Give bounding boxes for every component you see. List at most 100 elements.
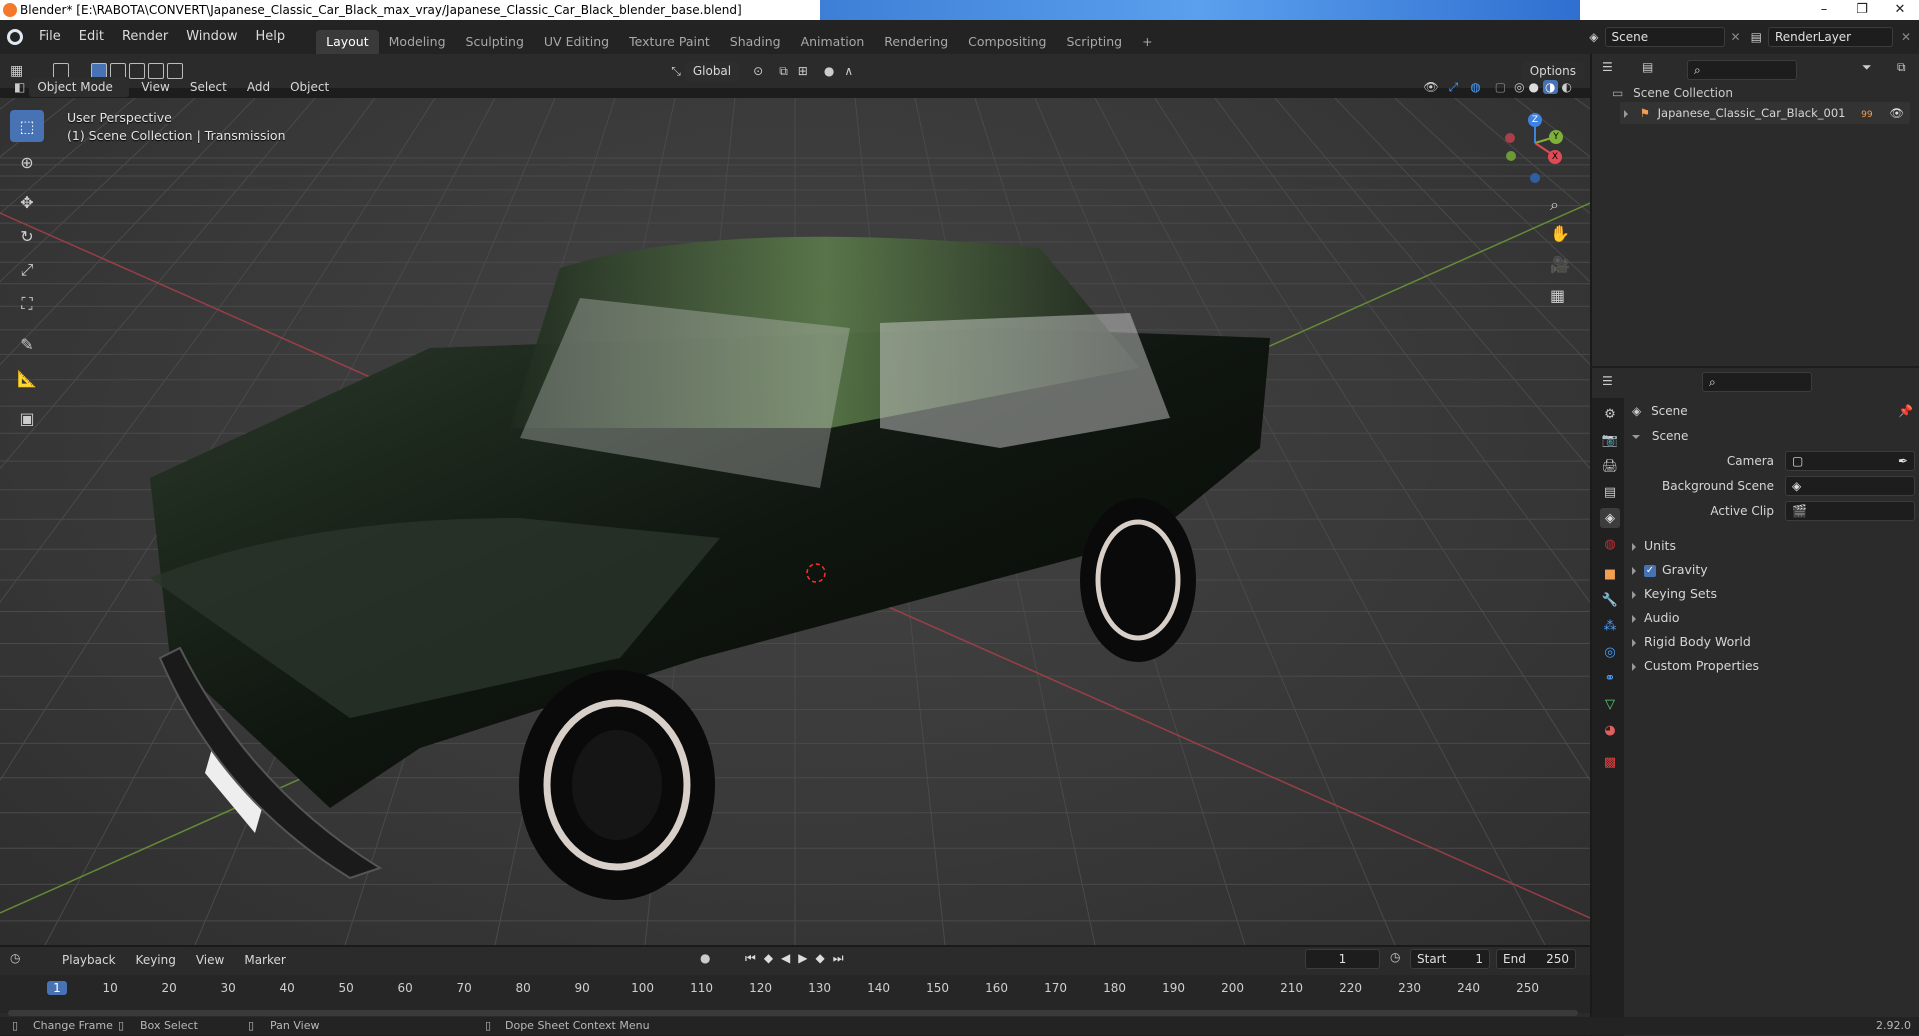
scene-selector[interactable]: Scene: [1604, 27, 1725, 47]
keying-sets-subpanel[interactable]: Keying Sets: [1632, 586, 1717, 601]
preview-range-icon[interactable]: ◷: [1390, 950, 1400, 964]
prev-keyframe-icon[interactable]: ◆: [764, 951, 773, 966]
properties-editor-icon[interactable]: ☰: [1602, 374, 1613, 388]
3d-viewport[interactable]: User Perspective (1) Scene Collection | …: [0, 98, 1590, 945]
outliner-editor-icon[interactable]: ☰: [1602, 60, 1613, 74]
rendered-shading-icon[interactable]: ◐: [1562, 80, 1572, 94]
menu-keying[interactable]: Keying: [128, 950, 184, 970]
menu-help[interactable]: Help: [247, 20, 295, 54]
tab-rendering[interactable]: Rendering: [874, 30, 958, 54]
material-shading-icon[interactable]: ◑: [1543, 80, 1558, 94]
eyedropper-icon[interactable]: ✒: [1898, 452, 1908, 470]
close-button[interactable]: ✕: [1881, 0, 1919, 20]
expand-icon[interactable]: [1624, 109, 1628, 118]
camera-view-icon[interactable]: 🎥: [1550, 255, 1570, 274]
units-subpanel[interactable]: Units: [1632, 538, 1676, 553]
gizmo-y-axis[interactable]: Y: [1549, 130, 1563, 144]
new-collection-icon[interactable]: ⧉: [1897, 60, 1906, 75]
gizmo-toggle-icon[interactable]: ⤢: [1449, 80, 1459, 95]
menu-view[interactable]: View: [133, 77, 177, 97]
add-workspace-button[interactable]: +: [1132, 30, 1162, 54]
menu-edit[interactable]: Edit: [70, 20, 113, 54]
filter-icon[interactable]: ⏷: [1862, 60, 1872, 75]
rotate-tool-icon[interactable]: ↻: [10, 220, 44, 252]
close-layer-icon[interactable]: ✕: [1901, 30, 1911, 44]
zoom-icon[interactable]: ⌕: [1550, 195, 1559, 215]
audio-subpanel[interactable]: Audio: [1632, 610, 1680, 625]
end-frame-field[interactable]: End 250: [1496, 949, 1576, 969]
tool-tab-icon[interactable]: ⚙: [1600, 404, 1620, 424]
render-tab-icon[interactable]: 📷: [1600, 430, 1620, 450]
display-mode-icon[interactable]: ▤: [1642, 60, 1653, 74]
gizmo-neg-z[interactable]: [1530, 173, 1540, 183]
texture-tab-icon[interactable]: ▩: [1600, 752, 1620, 772]
menu-window[interactable]: Window: [177, 20, 246, 54]
maximize-button[interactable]: ❐: [1843, 0, 1881, 20]
solid-shading-icon[interactable]: ●: [1529, 80, 1539, 94]
xray-icon[interactable]: ▢: [1495, 80, 1506, 94]
tab-animation[interactable]: Animation: [791, 30, 875, 54]
tab-uv-editing[interactable]: UV Editing: [534, 30, 619, 54]
jump-start-icon[interactable]: ⏮: [745, 951, 756, 966]
output-tab-icon[interactable]: 🖨: [1600, 456, 1620, 476]
pan-hand-icon[interactable]: ✋: [1550, 224, 1570, 243]
particles-tab-icon[interactable]: ⁂: [1600, 616, 1620, 636]
tab-sculpting[interactable]: Sculpting: [456, 30, 534, 54]
next-keyframe-icon[interactable]: ◆: [816, 951, 825, 966]
physics-tab-icon[interactable]: ◎: [1600, 642, 1620, 662]
play-icon[interactable]: ▶: [798, 951, 807, 966]
menu-render[interactable]: Render: [113, 20, 177, 54]
select-box-tool-icon[interactable]: ⬚: [10, 110, 44, 142]
record-icon[interactable]: ●: [700, 951, 710, 965]
properties-search-input[interactable]: ⌕: [1702, 372, 1812, 392]
overlay-toggle-icon[interactable]: ◍: [1470, 80, 1480, 94]
object-tab-icon[interactable]: ■: [1600, 564, 1620, 584]
tab-scripting[interactable]: Scripting: [1057, 30, 1133, 54]
start-frame-field[interactable]: Start 1: [1410, 949, 1490, 969]
gravity-subpanel[interactable]: ✓ Gravity: [1632, 562, 1708, 577]
car-model[interactable]: [150, 236, 1270, 900]
tab-compositing[interactable]: Compositing: [958, 30, 1056, 54]
visibility-eye-icon[interactable]: 👁: [1423, 80, 1438, 94]
close-scene-icon[interactable]: ✕: [1731, 30, 1741, 44]
wireframe-shading-icon[interactable]: ◎: [1514, 80, 1524, 94]
modifier-tab-icon[interactable]: 🔧: [1600, 590, 1620, 610]
annotate-tool-icon[interactable]: ✎: [10, 328, 44, 360]
menu-marker[interactable]: Marker: [236, 950, 293, 970]
gizmo-x-axis[interactable]: X: [1548, 150, 1562, 164]
world-tab-icon[interactable]: ◍: [1600, 534, 1620, 554]
current-frame-field[interactable]: 1: [1305, 949, 1380, 969]
transform-tool-icon[interactable]: ⛶: [10, 288, 44, 320]
add-cube-tool-icon[interactable]: ▣: [10, 402, 44, 434]
material-tab-icon[interactable]: ◕: [1600, 720, 1620, 740]
measure-tool-icon[interactable]: 📐: [10, 362, 44, 394]
tab-layout[interactable]: Layout: [316, 30, 379, 54]
menu-file[interactable]: File: [30, 20, 70, 54]
rigid-body-world-subpanel[interactable]: Rigid Body World: [1632, 634, 1751, 649]
minimize-button[interactable]: –: [1805, 0, 1843, 20]
play-reverse-icon[interactable]: ◀: [781, 951, 790, 966]
pin-icon[interactable]: 📌: [1898, 404, 1913, 418]
background-scene-field[interactable]: ◈: [1785, 476, 1915, 496]
scene-panel-header[interactable]: Scene: [1632, 429, 1688, 443]
menu-select[interactable]: Select: [182, 77, 235, 97]
gizmo-z-axis[interactable]: Z: [1528, 113, 1542, 127]
tab-shading[interactable]: Shading: [720, 30, 791, 54]
menu-playback[interactable]: Playback: [54, 950, 124, 970]
timeline-scrollbar[interactable]: [8, 1010, 1578, 1016]
active-clip-field[interactable]: 🎬: [1785, 501, 1915, 521]
menu-add[interactable]: Add: [239, 77, 278, 97]
outliner-root-row[interactable]: ▭ Scene Collection: [1612, 86, 1733, 100]
gizmo-neg-x[interactable]: [1505, 133, 1515, 143]
gizmo-neg-y[interactable]: [1506, 151, 1516, 161]
perspective-toggle-icon[interactable]: ▦: [1550, 286, 1565, 305]
navigation-gizmo[interactable]: Z Y X: [1505, 113, 1567, 183]
tab-modeling[interactable]: Modeling: [379, 30, 456, 54]
data-tab-icon[interactable]: ▽: [1600, 694, 1620, 714]
timeline-ruler[interactable]: 1 10 20 30 40 50 60 70 80 90 100 110 120 130 140 150 160…: [0, 975, 1590, 1013]
menu-view[interactable]: View: [188, 950, 232, 970]
outliner-search-input[interactable]: ⌕: [1687, 60, 1797, 80]
visibility-eye-icon[interactable]: 👁: [1889, 102, 1904, 124]
menu-object[interactable]: Object: [282, 77, 337, 97]
timeline-editor-icon[interactable]: ◷: [10, 951, 20, 965]
